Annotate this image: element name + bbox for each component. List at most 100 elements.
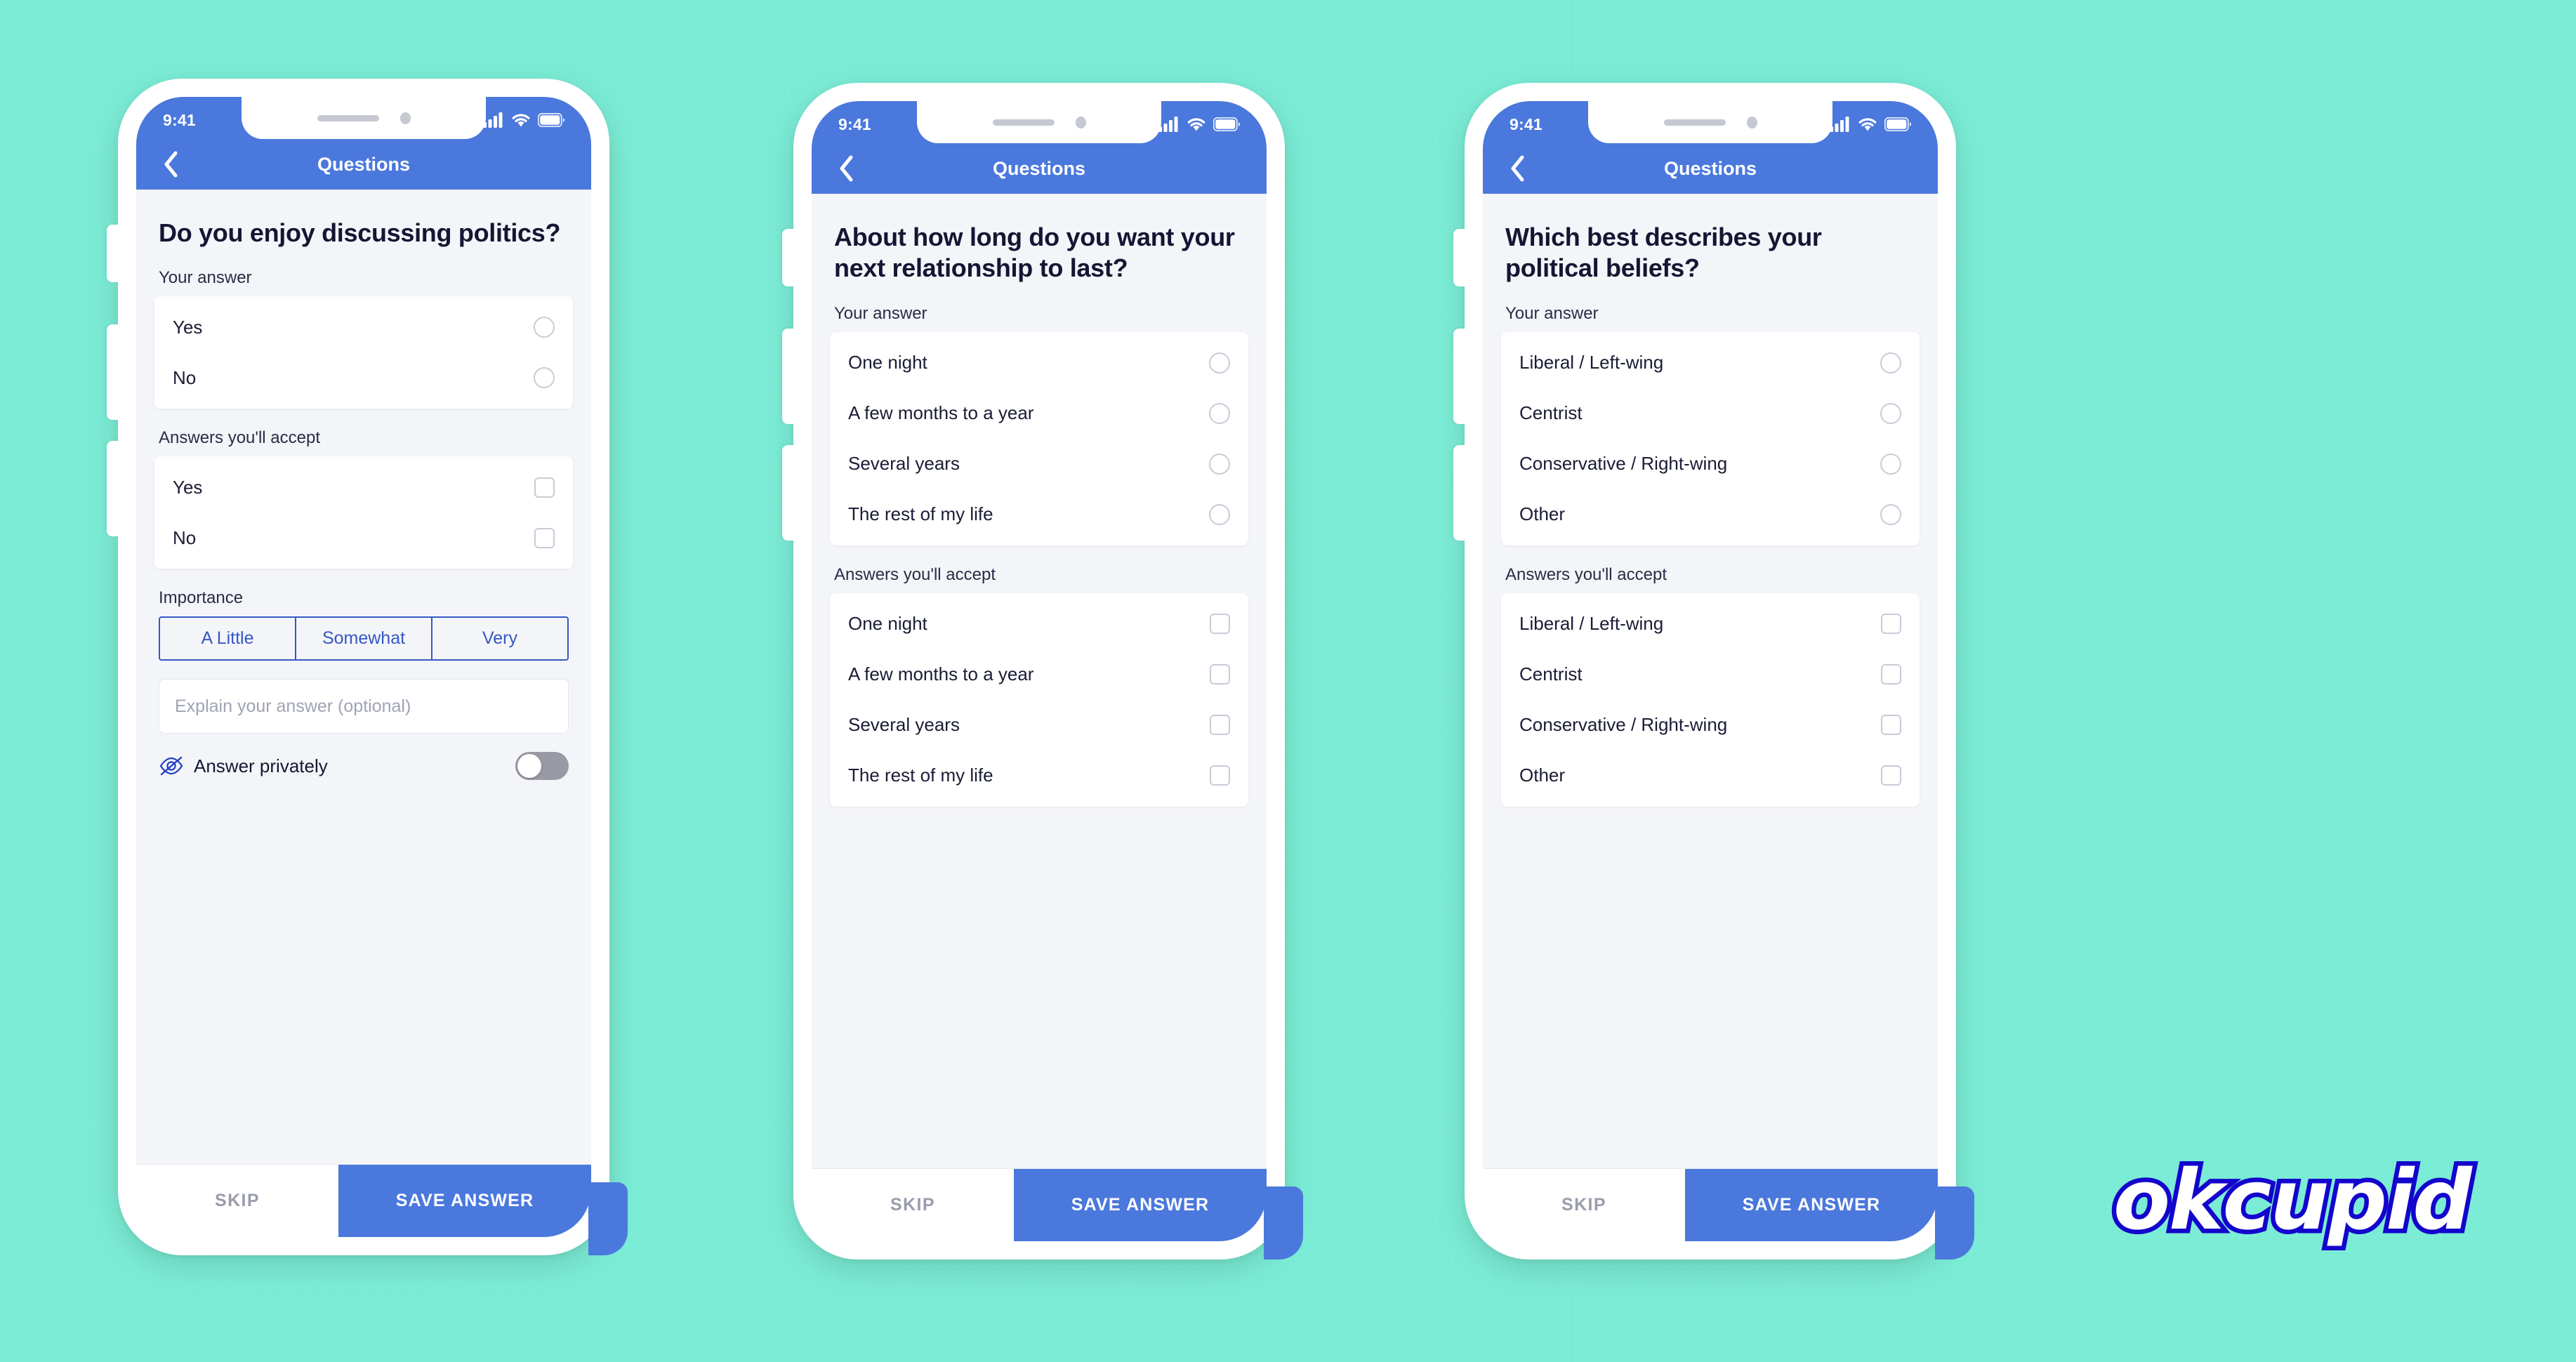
status-clock: 9:41	[838, 114, 871, 133]
back-chevron-icon[interactable]	[830, 152, 862, 185]
nav-bar: Questions	[812, 143, 1267, 194]
nav-bar: Questions	[136, 139, 591, 190]
your-answer-label: Your answer	[1505, 303, 1599, 323]
checkbox[interactable]	[1210, 664, 1230, 685]
radio-button[interactable]	[1880, 402, 1901, 424]
volume-up-button[interactable]	[782, 329, 796, 424]
your-answer-option-row[interactable]: Yes	[154, 302, 573, 352]
save-answer-button[interactable]: SAVE ANSWER	[1685, 1169, 1938, 1241]
status-icons	[483, 112, 564, 128]
save-answer-button[interactable]: SAVE ANSWER	[1014, 1169, 1267, 1241]
accept-option-row[interactable]: Centrist	[1501, 649, 1920, 700]
explain-answer-input[interactable]: Explain your answer (optional)	[159, 679, 569, 734]
silent-switch-button[interactable]	[107, 225, 121, 282]
accept-option-row[interactable]: A few months to a year	[830, 649, 1248, 700]
checkbox[interactable]	[1881, 715, 1901, 736]
accept-option-row[interactable]: No	[154, 513, 573, 563]
your-answer-option-row[interactable]: No	[154, 352, 573, 403]
radio-button[interactable]	[534, 367, 555, 389]
radio-button[interactable]	[1880, 352, 1901, 373]
save-button-overhang	[1264, 1186, 1303, 1259]
importance-option-very[interactable]: Very	[432, 618, 567, 659]
option-label: Centrist	[1519, 663, 1583, 685]
importance-option-a-little[interactable]: A Little	[160, 618, 296, 660]
your-answer-option-row[interactable]: Centrist	[1501, 388, 1920, 439]
phone-mockup-3: 9:41 Questions Which best describes your…	[1453, 83, 1974, 1259]
your-answer-option-row[interactable]: The rest of my life	[830, 489, 1248, 540]
accept-option-row[interactable]: Liberal / Left-wing	[1501, 599, 1920, 649]
volume-up-button[interactable]	[107, 324, 121, 420]
phone-mockup-1: 9:41 Questions Do you enjoy discussing p…	[107, 79, 628, 1255]
option-label: A few months to a year	[848, 402, 1034, 424]
radio-button[interactable]	[534, 317, 555, 338]
radio-button[interactable]	[1209, 503, 1230, 525]
checkbox[interactable]	[1210, 614, 1230, 635]
front-camera	[399, 112, 411, 124]
save-button-overhang	[1935, 1186, 1974, 1259]
nav-bar: Questions	[1483, 143, 1938, 194]
cellular-signal-icon	[1830, 117, 1849, 132]
radio-button[interactable]	[1880, 453, 1901, 475]
checkbox[interactable]	[1881, 614, 1901, 635]
option-label: Conservative / Right-wing	[1519, 453, 1728, 475]
skip-button[interactable]: SKIP	[1483, 1169, 1685, 1241]
okcupid-logo: okcupid	[2109, 1147, 2477, 1253]
volume-down-button[interactable]	[107, 441, 121, 536]
checkbox[interactable]	[534, 527, 555, 548]
save-answer-button[interactable]: SAVE ANSWER	[338, 1165, 591, 1237]
phone-screen-2: 9:41 Questions About how long do you wan…	[812, 101, 1267, 1241]
checkbox[interactable]	[1881, 664, 1901, 685]
radio-button[interactable]	[1209, 352, 1230, 373]
accept-option-row[interactable]: One night	[830, 599, 1248, 649]
answers-accept-label: Answers you'll accept	[1505, 564, 1667, 584]
checkbox[interactable]	[534, 477, 555, 498]
your-answer-option-row[interactable]: A few months to a year	[830, 388, 1248, 439]
volume-down-button[interactable]	[782, 445, 796, 541]
accept-option-row[interactable]: Conservative / Right-wing	[1501, 700, 1920, 751]
option-label: One night	[848, 352, 927, 373]
device-notch	[242, 97, 486, 139]
checkbox[interactable]	[1210, 765, 1230, 786]
volume-down-button[interactable]	[1453, 445, 1467, 541]
top-bar: 9:41 Questions	[1483, 101, 1938, 194]
phone-mockup-2: 9:41 Questions About how long do you wan…	[782, 83, 1303, 1259]
option-label: Several years	[848, 714, 960, 736]
silent-switch-button[interactable]	[1453, 229, 1467, 286]
radio-button[interactable]	[1209, 402, 1230, 424]
silent-switch-button[interactable]	[782, 229, 796, 286]
action-bar: SKIP SAVE ANSWER	[136, 1164, 591, 1237]
your-answer-card: One night A few months to a year Several…	[830, 331, 1248, 546]
accept-option-row[interactable]: Other	[1501, 751, 1920, 801]
back-chevron-icon[interactable]	[154, 148, 187, 180]
your-answer-option-row[interactable]: Liberal / Left-wing	[1501, 338, 1920, 388]
your-answer-option-row[interactable]: One night	[830, 338, 1248, 388]
checkbox[interactable]	[1210, 715, 1230, 736]
option-label: Conservative / Right-wing	[1519, 714, 1728, 736]
option-label: The rest of my life	[848, 503, 993, 525]
checkbox[interactable]	[1881, 765, 1901, 786]
your-answer-label: Your answer	[834, 303, 927, 323]
your-answer-option-row[interactable]: Conservative / Right-wing	[1501, 439, 1920, 489]
skip-button[interactable]: SKIP	[812, 1169, 1014, 1241]
screen-content-1: Do you enjoy discussing politics? Your a…	[136, 190, 591, 1164]
front-camera	[1746, 116, 1757, 128]
option-label: The rest of my life	[848, 765, 993, 786]
your-answer-option-row[interactable]: Other	[1501, 489, 1920, 540]
importance-option-somewhat[interactable]: Somewhat	[296, 618, 432, 660]
radio-button[interactable]	[1209, 453, 1230, 475]
status-icons	[1830, 117, 1911, 132]
volume-up-button[interactable]	[1453, 329, 1467, 424]
explain-placeholder: Explain your answer (optional)	[175, 696, 411, 716]
answer-privately-toggle[interactable]	[515, 752, 569, 781]
battery-icon	[538, 113, 564, 127]
accept-option-row[interactable]: The rest of my life	[830, 751, 1248, 801]
accept-option-row[interactable]: Yes	[154, 462, 573, 513]
radio-button[interactable]	[1880, 503, 1901, 525]
back-chevron-icon[interactable]	[1501, 152, 1533, 185]
accept-option-row[interactable]: Several years	[830, 700, 1248, 751]
answers-accept-card: One night A few months to a year Several…	[830, 593, 1248, 807]
cellular-signal-icon	[1158, 117, 1178, 132]
your-answer-option-row[interactable]: Several years	[830, 439, 1248, 489]
skip-button[interactable]: SKIP	[136, 1165, 338, 1237]
device-notch	[917, 101, 1161, 143]
